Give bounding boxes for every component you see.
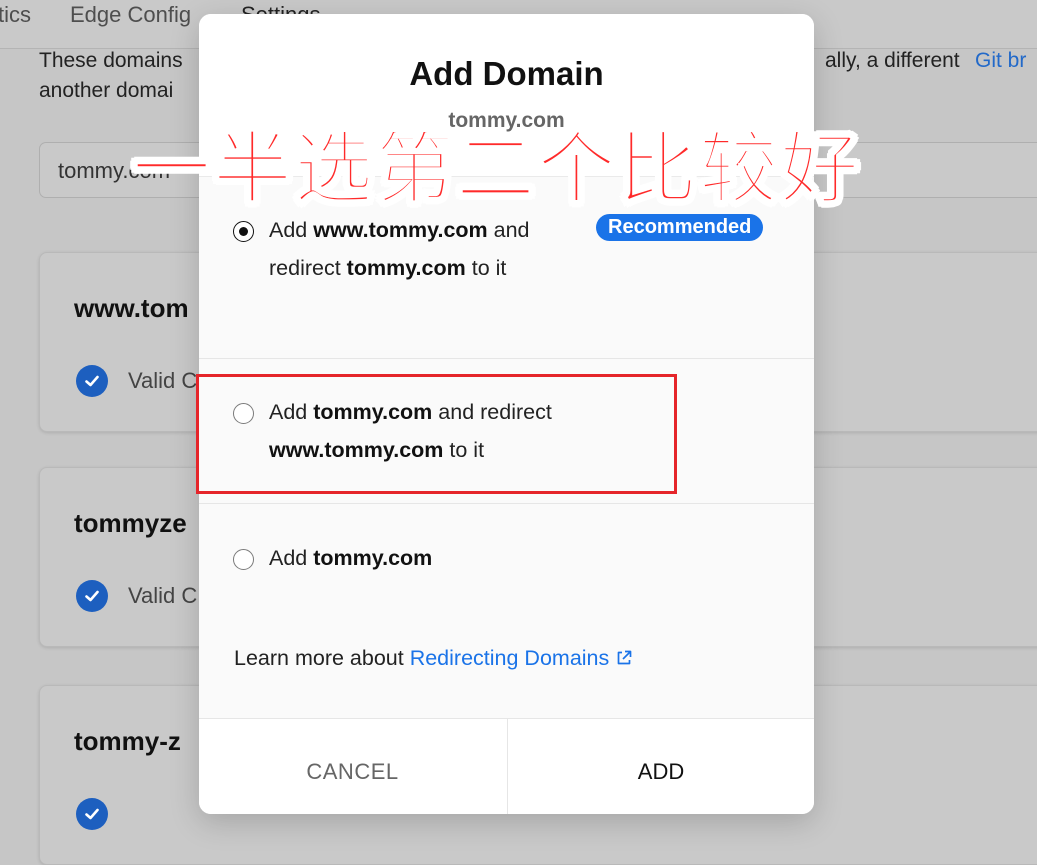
- add-domain-modal: Add Domain tommy.com Add www.tommy.com a…: [199, 14, 814, 814]
- domain-card-status-text: Valid C: [128, 583, 198, 608]
- redirecting-domains-link[interactable]: Redirecting Domains: [410, 646, 634, 670]
- domains-description: These domains: [39, 49, 183, 72]
- modal-footer: CANCEL ADD: [199, 718, 814, 814]
- modal-header: Add Domain tommy.com: [199, 14, 814, 176]
- git-branch-link[interactable]: Git br: [975, 49, 1026, 73]
- domain-card-status: Valid C: [76, 365, 197, 397]
- check-circle-icon: [76, 798, 108, 830]
- option-label: Add www.tommy.com and redirect tommy.com…: [269, 218, 530, 280]
- radio-button-selected[interactable]: [233, 221, 254, 242]
- check-circle-icon: [76, 580, 108, 612]
- domains-description-end: ally, a different: [825, 49, 960, 72]
- radio-button[interactable]: [233, 403, 254, 424]
- domain-card-title: tommy-z: [74, 726, 181, 756]
- domain-card-status: Valid C: [76, 580, 197, 612]
- option-add-apex-redirect-www[interactable]: Add tommy.com and redirect www.tommy.com…: [199, 358, 814, 504]
- domain-input-value: tommy.com: [58, 158, 171, 183]
- option-add-www-redirect-apex[interactable]: Add www.tommy.com and redirect tommy.com…: [199, 177, 814, 359]
- domain-card-title: www.tom: [74, 293, 189, 323]
- modal-title: Add Domain: [409, 55, 604, 92]
- redirect-options: Add www.tommy.com and redirect tommy.com…: [199, 176, 814, 610]
- option-label: Add tommy.com and redirect www.tommy.com…: [269, 400, 552, 462]
- learn-more-section: Learn more about Redirecting Domains: [199, 608, 814, 718]
- nav-tab-edge-config[interactable]: Edge Config: [70, 2, 191, 28]
- radio-button[interactable]: [233, 549, 254, 570]
- check-circle-icon: [76, 365, 108, 397]
- external-link-icon: [617, 650, 632, 665]
- add-button[interactable]: ADD: [507, 719, 814, 814]
- modal-subtitle: tommy.com: [448, 109, 565, 132]
- recommended-badge: Recommended: [596, 214, 764, 241]
- learn-more-text: Learn more about Redirecting Domains: [234, 646, 633, 671]
- domain-card-status-text: Valid C: [128, 368, 198, 393]
- domain-card-title: tommyze: [74, 508, 187, 538]
- option-label: Add tommy.com: [269, 546, 433, 570]
- domain-card-status: [76, 798, 108, 830]
- cancel-button[interactable]: CANCEL: [199, 719, 506, 814]
- domains-description-line2: another domai: [39, 79, 174, 102]
- option-add-apex-only[interactable]: Add tommy.com: [199, 503, 814, 610]
- nav-tab-analytics[interactable]: tics: [0, 2, 31, 28]
